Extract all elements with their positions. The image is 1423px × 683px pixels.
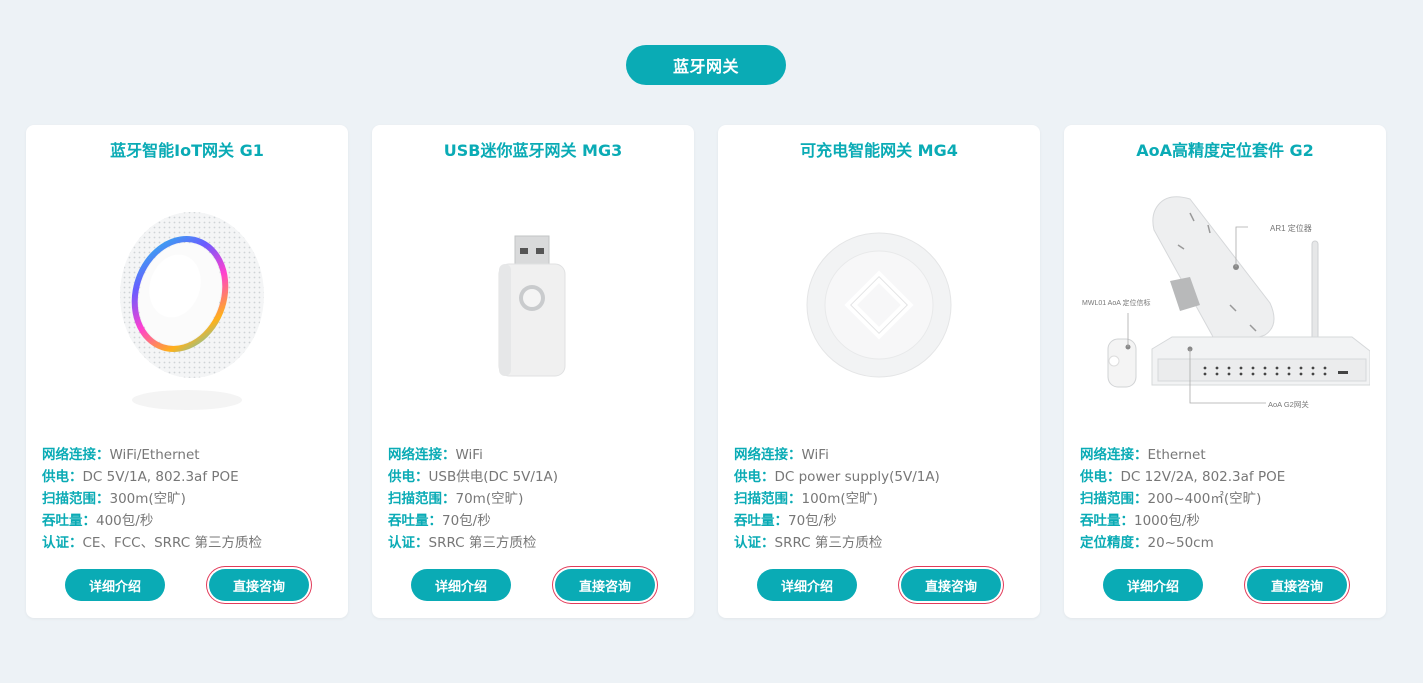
spec-list: 网络连接：WiFi 供电：USB供电(DC 5V/1A) 扫描范围：70m(空旷… [388, 444, 684, 554]
spec-network: 网络连接：WiFi [734, 447, 829, 463]
spec-throughput: 吞吐量：70包/秒 [388, 513, 491, 529]
spec-certification: 认证：SRRC 第三方质检 [388, 535, 537, 551]
round-ceiling-gateway-icon [42, 185, 332, 425]
product-card-mg4: 可充电智能网关 MG4 网络连接：WiFi 供电：DC power supply… [718, 125, 1040, 618]
spec-certification: 认证：SRRC 第三方质检 [734, 535, 883, 551]
card-title: USB迷你蓝牙网关 MG3 [443, 141, 623, 160]
card-title: 可充电智能网关 MG4 [800, 141, 958, 160]
spec-throughput: 吞吐量：1000包/秒 [1080, 513, 1200, 529]
spec-network: 网络连接：WiFi/Ethernet [42, 447, 200, 463]
spec-power: 供电：DC 12V/2A, 802.3af POE [1080, 469, 1286, 485]
detail-button[interactable]: 详细介绍 [757, 569, 857, 601]
spec-throughput: 吞吐量：70包/秒 [734, 513, 837, 529]
consult-button[interactable]: 直接咨询 [1247, 569, 1347, 601]
spec-network: 网络连接：WiFi [388, 447, 483, 463]
spec-power: 供电：DC 5V/1A, 802.3af POE [42, 469, 239, 485]
round-puck-gateway-icon [734, 185, 1024, 425]
spec-list: 网络连接：WiFi 供电：DC power supply(5V/1A) 扫描范围… [734, 444, 1030, 554]
spec-range: 扫描范围：200~400㎡(空旷) [1080, 491, 1262, 507]
card-title: AoA高精度定位套件 G2 [1136, 141, 1314, 160]
aoa-kit-icon: AR1 定位器 MWL01 AoA 定位信标 AoA G2网关 [1080, 185, 1370, 425]
spec-throughput: 吞吐量：400包/秒 [42, 513, 154, 529]
detail-button[interactable]: 详细介绍 [65, 569, 165, 601]
product-card-mg3: USB迷你蓝牙网关 MG3 网络连接：WiFi 供电：USB供电(DC 5V/1… [372, 125, 694, 618]
spec-network: 网络连接：Ethernet [1080, 447, 1206, 463]
locator-label: AR1 定位器 [1270, 223, 1312, 233]
spec-power: 供电：USB供电(DC 5V/1A) [388, 469, 559, 485]
spec-list: 网络连接：WiFi/Ethernet 供电：DC 5V/1A, 802.3af … [42, 444, 338, 554]
spec-list: 网络连接：Ethernet 供电：DC 12V/2A, 802.3af POE … [1080, 444, 1376, 554]
section-title-pill: 蓝牙网关 [626, 45, 786, 85]
spec-power: 供电：DC power supply(5V/1A) [734, 469, 940, 485]
beacon-label: MWL01 AoA 定位信标 [1082, 298, 1150, 307]
card-title: 蓝牙智能IoT网关 G1 [110, 141, 264, 160]
spec-certification: 认证：CE、FCC、SRRC 第三方质检 [42, 535, 262, 551]
gateway-label: AoA G2网关 [1268, 399, 1309, 409]
product-card-g2: AoA高精度定位套件 G2 AR1 定位器 MWL01 AoA 定位信标 AoA… [1064, 125, 1386, 618]
spec-accuracy: 定位精度：20~50cm [1080, 535, 1214, 551]
spec-range: 扫描范围：100m(空旷) [734, 491, 878, 507]
consult-button[interactable]: 直接咨询 [555, 569, 655, 601]
consult-button[interactable]: 直接咨询 [901, 569, 1001, 601]
consult-button[interactable]: 直接咨询 [209, 569, 309, 601]
detail-button[interactable]: 详细介绍 [1103, 569, 1203, 601]
product-card-g1: 蓝牙智能IoT网关 G1 网络连接：WiFi/Ethernet 供电：DC 5V… [26, 125, 348, 618]
spec-range: 扫描范围：70m(空旷) [388, 491, 524, 507]
spec-range: 扫描范围：300m(空旷) [42, 491, 186, 507]
detail-button[interactable]: 详细介绍 [411, 569, 511, 601]
usb-dongle-icon [388, 185, 678, 425]
